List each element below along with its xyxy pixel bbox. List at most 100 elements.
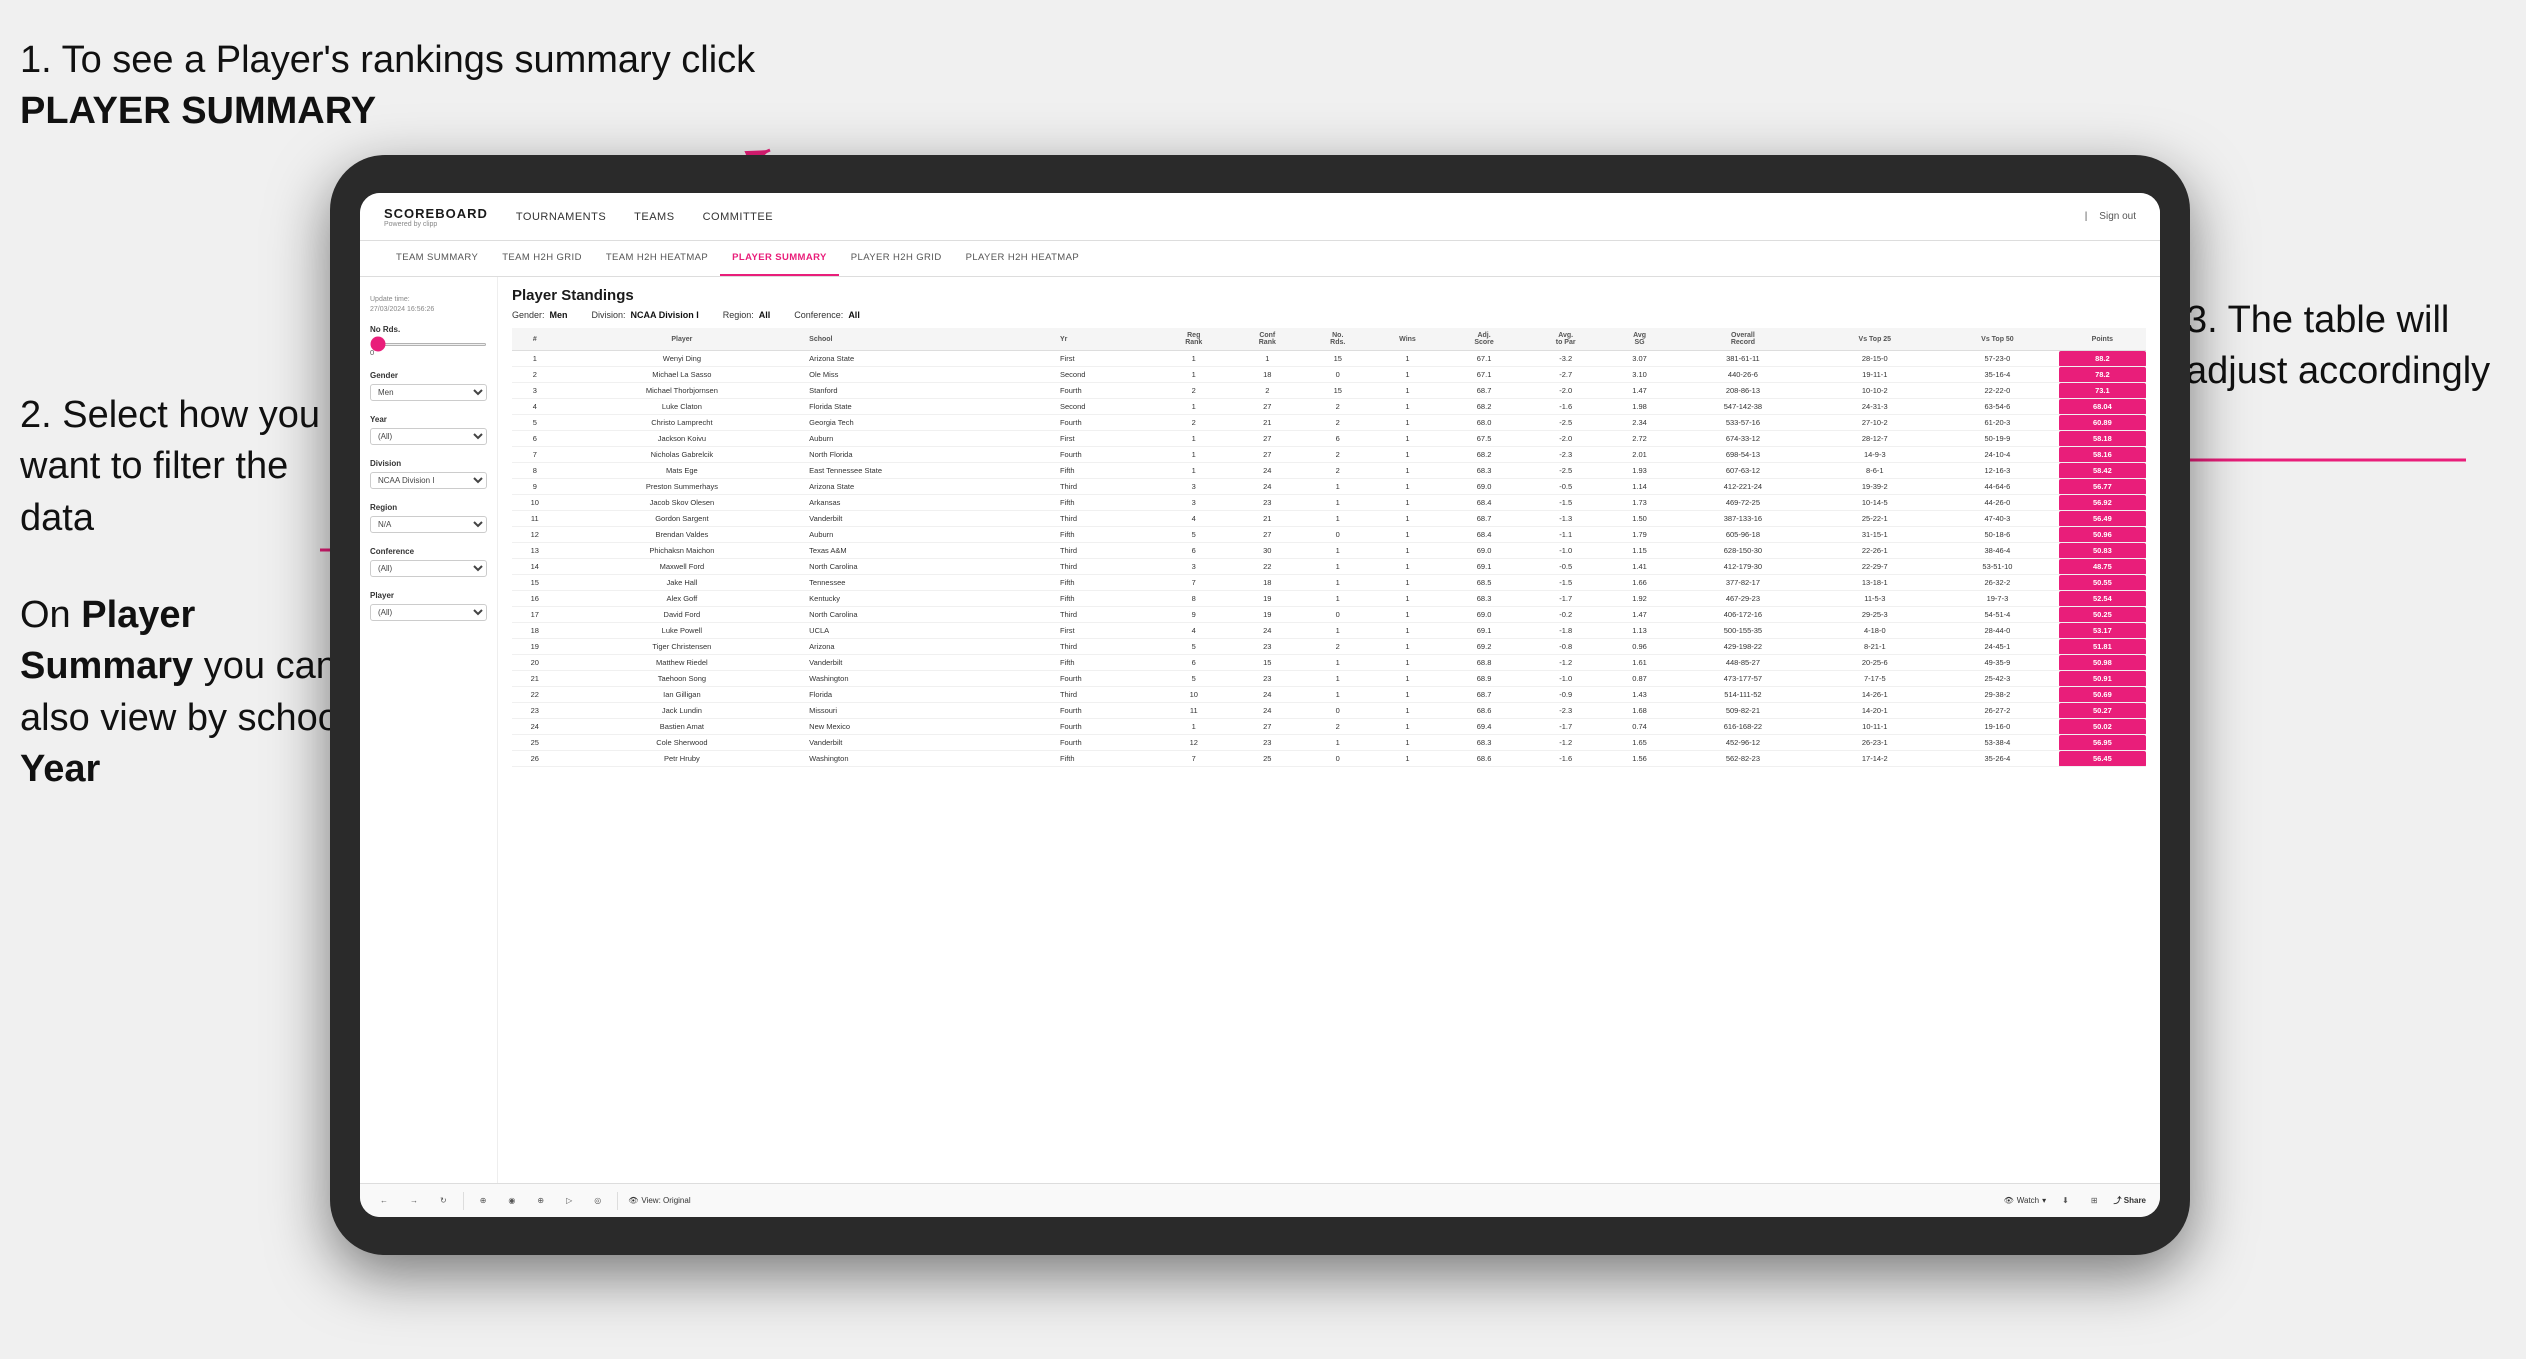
table-cell: Brendan Valdes — [558, 527, 807, 543]
table-row[interactable]: 16Alex GoffKentuckyFifth8191168.3-1.71.9… — [512, 591, 2146, 607]
play-btn[interactable]: ▷ — [560, 1193, 578, 1208]
table-cell: 440-26-6 — [1672, 367, 1813, 383]
table-cell: 23 — [1231, 735, 1305, 751]
col-wins: Wins — [1371, 328, 1443, 351]
table-row[interactable]: 23Jack LundinMissouriFourth11240168.6-2.… — [512, 703, 2146, 719]
table-cell: 24 — [1231, 623, 1305, 639]
table-cell: -1.3 — [1525, 511, 1607, 527]
table-cell: 3.10 — [1607, 367, 1673, 383]
subnav-team-h2h-heatmap[interactable]: TEAM H2H HEATMAP — [594, 241, 720, 276]
table-row[interactable]: 3Michael ThorbjornsenStanfordFourth22151… — [512, 383, 2146, 399]
table-cell: 53-38-4 — [1936, 735, 2059, 751]
table-cell: 28-44-0 — [1936, 623, 2059, 639]
table-cell: 3 — [1157, 559, 1231, 575]
table-cell: 11-5-3 — [1814, 591, 1937, 607]
table-cell: Matthew Riedel — [558, 655, 807, 671]
table-row[interactable]: 18Luke PowellUCLAFirst4241169.1-1.81.135… — [512, 623, 2146, 639]
table-row[interactable]: 17David FordNorth CarolinaThird9190169.0… — [512, 607, 2146, 623]
table-cell: 3 — [1157, 495, 1231, 511]
subnav-team-h2h-grid[interactable]: TEAM H2H GRID — [490, 241, 594, 276]
table-cell: 1 — [1371, 383, 1443, 399]
subnav-player-h2h-heatmap[interactable]: PLAYER H2H HEATMAP — [954, 241, 1092, 276]
table-row[interactable]: 6Jackson KoivuAuburnFirst1276167.5-2.02.… — [512, 431, 2146, 447]
redo-btn[interactable]: → — [404, 1193, 424, 1208]
table-cell: -0.8 — [1525, 639, 1607, 655]
download-btn[interactable]: ⬇ — [2056, 1193, 2075, 1208]
table-cell: North Carolina — [806, 559, 1057, 575]
table-cell: 50.98 — [2059, 655, 2146, 671]
player-select[interactable]: (All) — [370, 604, 487, 621]
watch-btn[interactable]: 👁 Watch ▾ — [2004, 1196, 2047, 1205]
table-row[interactable]: 14Maxwell FordNorth CarolinaThird3221169… — [512, 559, 2146, 575]
table-cell: 1.47 — [1607, 383, 1673, 399]
target-btn[interactable]: ◎ — [588, 1193, 607, 1208]
table-row[interactable]: 15Jake HallTennesseeFifth7181168.5-1.51.… — [512, 575, 2146, 591]
table-cell: -1.5 — [1525, 495, 1607, 511]
logo-subtitle: Powered by clipp — [384, 221, 488, 228]
table-row[interactable]: 10Jacob Skov OlesenArkansasFifth3231168.… — [512, 495, 2146, 511]
table-row[interactable]: 21Taehoon SongWashingtonFourth5231168.9-… — [512, 671, 2146, 687]
table-cell: Washington — [806, 751, 1057, 767]
subnav-team-summary[interactable]: TEAM SUMMARY — [384, 241, 490, 276]
table-row[interactable]: 22Ian GilliganFloridaThird10241168.7-0.9… — [512, 687, 2146, 703]
division-select[interactable]: NCAA Division I — [370, 472, 487, 489]
share-btn[interactable]: ⤴ Share — [2114, 1195, 2146, 1206]
gender-select[interactable]: Men Women — [370, 384, 487, 401]
table-cell: 10-11-1 — [1814, 719, 1937, 735]
table-cell: 68.7 — [1444, 383, 1525, 399]
table-row[interactable]: 2Michael La SassoOle MissSecond1180167.1… — [512, 367, 2146, 383]
table-cell: 51.81 — [2059, 639, 2146, 655]
undo-btn[interactable]: ← — [374, 1193, 394, 1208]
table-cell: Gordon Sargent — [558, 511, 807, 527]
table-cell: 20-25-6 — [1814, 655, 1937, 671]
table-row[interactable]: 7Nicholas GabrelcikNorth FloridaFourth12… — [512, 447, 2146, 463]
subnav-player-summary[interactable]: PLAYER SUMMARY — [720, 241, 839, 276]
conference-select[interactable]: (All) — [370, 560, 487, 577]
table-cell: 10 — [1157, 687, 1231, 703]
table-row[interactable]: 1Wenyi DingArizona StateFirst1115167.1-3… — [512, 351, 2146, 367]
table-cell: 2 — [1304, 399, 1371, 415]
nav-item-teams[interactable]: TEAMS — [634, 207, 674, 227]
table-cell: 35-26-4 — [1936, 751, 2059, 767]
table-cell: 27 — [1231, 447, 1305, 463]
table-cell: East Tennessee State — [806, 463, 1057, 479]
table-cell: Vanderbilt — [806, 655, 1057, 671]
table-row[interactable]: 13Phichaksn MaichonTexas A&MThird6301169… — [512, 543, 2146, 559]
add-btn[interactable]: ⊕ — [474, 1193, 493, 1208]
table-cell: Petr Hruby — [558, 751, 807, 767]
table-cell: 616-168-22 — [1672, 719, 1813, 735]
table-cell: 27 — [1231, 527, 1305, 543]
grid-btn[interactable]: ⊞ — [2085, 1193, 2104, 1208]
year-select[interactable]: (All) First Second Third Fourth Fifth — [370, 428, 487, 445]
subnav-player-h2h-grid[interactable]: PLAYER H2H GRID — [839, 241, 954, 276]
filter-region-label: Region: — [723, 310, 754, 320]
table-row[interactable]: 26Petr HrubyWashingtonFifth7250168.6-1.6… — [512, 751, 2146, 767]
table-cell: 1 — [1157, 719, 1231, 735]
region-select[interactable]: N/A All — [370, 516, 487, 533]
table-row[interactable]: 25Cole SherwoodVanderbiltFourth12231168.… — [512, 735, 2146, 751]
record-btn[interactable]: ◉ — [502, 1193, 521, 1208]
table-row[interactable]: 8Mats EgeEast Tennessee StateFifth124216… — [512, 463, 2146, 479]
rounds-slider[interactable] — [370, 343, 487, 346]
nav-item-committee[interactable]: COMMITTEE — [703, 207, 774, 227]
overlay-btn[interactable]: ⊕ — [531, 1193, 550, 1208]
table-row[interactable]: 24Bastien AmatNew MexicoFourth1272169.4-… — [512, 719, 2146, 735]
table-cell: 562-82-23 — [1672, 751, 1813, 767]
table-cell: 1 — [1371, 431, 1443, 447]
table-row[interactable]: 9Preston SummerhaysArizona StateThird324… — [512, 479, 2146, 495]
table-cell: 1.61 — [1607, 655, 1673, 671]
nav-item-tournaments[interactable]: TOURNAMENTS — [516, 207, 606, 227]
table-row[interactable]: 12Brendan ValdesAuburnFifth5270168.4-1.1… — [512, 527, 2146, 543]
table-row[interactable]: 11Gordon SargentVanderbiltThird4211168.7… — [512, 511, 2146, 527]
table-cell: 514-111-52 — [1672, 687, 1813, 703]
table-row[interactable]: 20Matthew RiedelVanderbiltFifth6151168.8… — [512, 655, 2146, 671]
table-cell: 2.01 — [1607, 447, 1673, 463]
table-row[interactable]: 4Luke ClatonFlorida StateSecond1272168.2… — [512, 399, 2146, 415]
refresh-btn[interactable]: ↻ — [434, 1193, 453, 1208]
table-cell: 24 — [1231, 479, 1305, 495]
table-row[interactable]: 5Christo LamprechtGeorgia TechFourth2212… — [512, 415, 2146, 431]
table-cell: Fifth — [1057, 655, 1157, 671]
sign-out-link[interactable]: Sign out — [2099, 211, 2136, 222]
table-row[interactable]: 19Tiger ChristensenArizonaThird5232169.2… — [512, 639, 2146, 655]
table-cell: 56.49 — [2059, 511, 2146, 527]
